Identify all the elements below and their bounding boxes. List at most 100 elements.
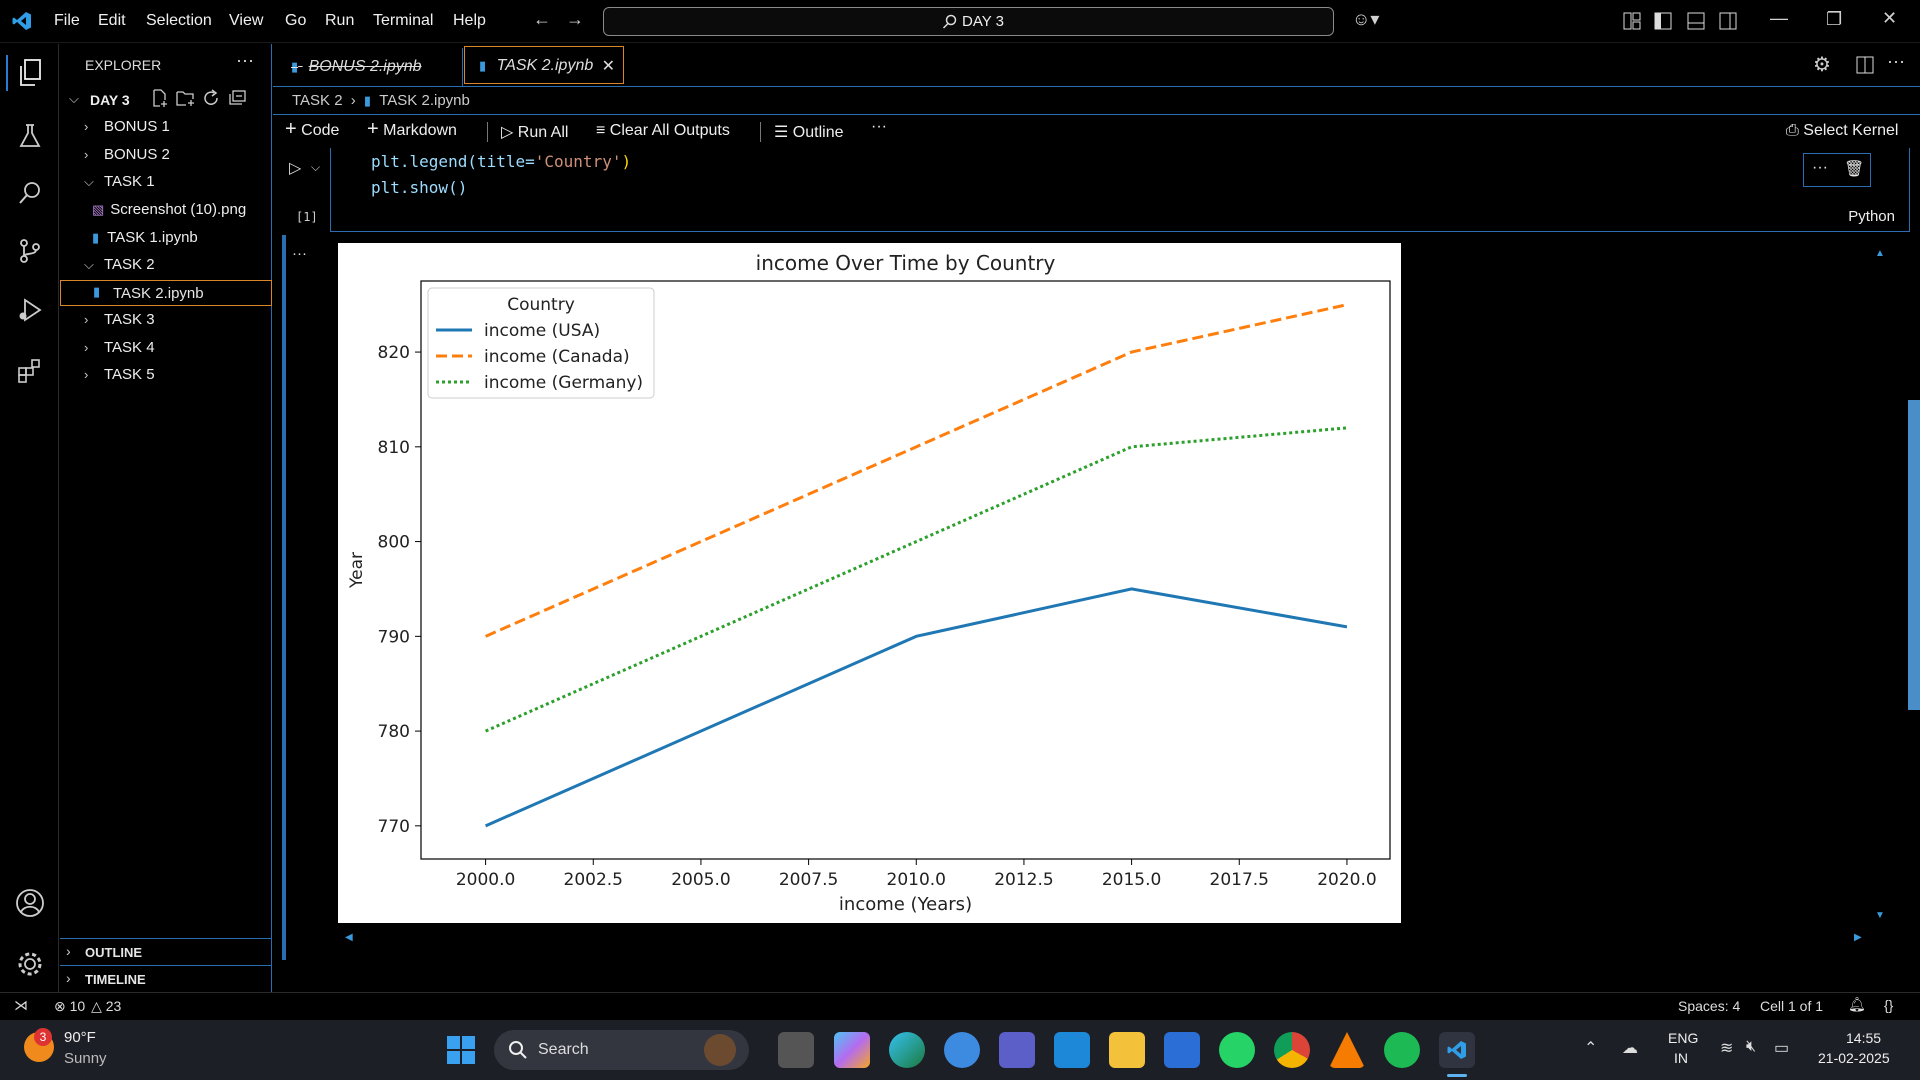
chrome-icon[interactable] [1274, 1032, 1310, 1068]
battery-icon[interactable]: ▭ [1774, 1038, 1789, 1058]
teams-icon[interactable] [999, 1032, 1035, 1068]
tree-folder-task5[interactable]: › TASK 5 [84, 366, 155, 383]
chevron-up-icon[interactable]: ⌃ [1584, 1038, 1597, 1058]
restore-icon[interactable]: ❐ [1826, 9, 1842, 30]
new-file-icon[interactable] [151, 89, 169, 107]
tree-folder-task3[interactable]: › TASK 3 [84, 311, 155, 328]
tree-folder-task2[interactable]: ⌵ TASK 2 [84, 256, 155, 273]
scroll-right-icon[interactable]: ▶ [1854, 932, 1862, 943]
run-all-button[interactable]: ▷ Run All [501, 122, 568, 142]
scroll-left-icon[interactable]: ◀ [345, 932, 353, 943]
scroll-down-icon[interactable]: ▼ [1875, 910, 1885, 921]
clear-outputs-button[interactable]: ≡ Clear All Outputs [596, 122, 730, 140]
refresh-icon[interactable] [203, 89, 221, 107]
tree-folder-bonus1[interactable]: › BONUS 1 [84, 118, 170, 135]
notifications-bell-icon[interactable]: 🔔︎ [1848, 996, 1866, 1013]
new-folder-icon[interactable] [176, 89, 196, 107]
code-cell[interactable]: plt.legend(title='Country') plt.show() P… [330, 148, 1910, 232]
indentation-status[interactable]: Spaces: 4 [1678, 998, 1740, 1014]
command-center[interactable]: DAY 3 [603, 7, 1334, 36]
scroll-up-icon[interactable]: ▲ [1875, 248, 1885, 259]
tree-folder-task1[interactable]: ⌵ TASK 1 [84, 173, 155, 190]
whatsapp-icon[interactable] [1219, 1032, 1255, 1068]
file-explorer-icon[interactable] [1109, 1032, 1145, 1068]
account-icon[interactable] [12, 885, 48, 921]
tree-file-screenshot[interactable]: ▧ Screenshot (10).png [88, 201, 246, 218]
vlc-icon[interactable] [1329, 1032, 1365, 1068]
close-window-icon[interactable]: ✕ [1882, 8, 1897, 29]
outline-section[interactable]: › OUTLINE [60, 938, 271, 964]
tree-file-task1-ipynb[interactable]: ▮ TASK 1.ipynb [88, 229, 198, 246]
tree-file-task2-ipynb[interactable]: ▮ TASK 2.ipynb [60, 280, 272, 306]
menu-file[interactable]: File [54, 12, 80, 30]
manage-gear-icon[interactable] [12, 946, 48, 982]
tab-bonus2[interactable]: ▮ BONUS 2.ipynb [277, 48, 463, 86]
braces-icon[interactable]: {} [1884, 997, 1893, 1013]
forward-arrow-icon[interactable]: → [566, 9, 584, 30]
add-code-button[interactable]: + Code [285, 119, 339, 140]
add-markdown-button[interactable]: + Markdown [367, 119, 457, 140]
cell-position-status[interactable]: Cell 1 of 1 [1760, 998, 1823, 1014]
tab-task2[interactable]: ▮ TASK 2.ipynb ✕ [464, 46, 624, 84]
back-arrow-icon[interactable]: ← [533, 9, 551, 30]
weather-temp[interactable]: 90°F [64, 1029, 96, 1046]
copilot-app-icon[interactable] [834, 1032, 870, 1068]
vertical-scrollbar[interactable] [1908, 400, 1920, 710]
more-actions-icon[interactable]: ··· [1887, 51, 1905, 72]
spotify-icon[interactable] [1384, 1032, 1420, 1068]
edge-browser-icon[interactable] [889, 1032, 925, 1068]
tips-app-icon[interactable] [944, 1032, 980, 1068]
explorer-root[interactable]: ⌵ DAY 3 [66, 88, 266, 110]
menu-help[interactable]: Help [453, 12, 486, 30]
collapse-all-icon[interactable] [229, 90, 247, 106]
menu-view[interactable]: View [229, 12, 263, 30]
testing-flask-icon[interactable] [12, 118, 48, 154]
vscode-taskbar-icon[interactable] [1439, 1032, 1475, 1068]
run-cell-icon[interactable]: ▷ [289, 158, 301, 178]
menu-run[interactable]: Run [325, 12, 354, 30]
toggle-panel-icon[interactable] [1687, 12, 1705, 30]
menu-selection[interactable]: Selection [146, 12, 212, 30]
select-kernel-button[interactable]: ⎙ Select Kernel [1786, 122, 1898, 140]
remote-icon[interactable]: ⋊ [14, 997, 28, 1014]
outline-button[interactable]: ☰ Outline [774, 122, 844, 142]
cell-language-label[interactable]: Python [1848, 208, 1895, 225]
clock-time[interactable]: 14:55 [1846, 1030, 1881, 1046]
language-top[interactable]: ENG [1668, 1030, 1698, 1046]
split-editor-icon[interactable] [1856, 56, 1874, 74]
microsoft-store-icon[interactable] [1164, 1032, 1200, 1068]
task-view-icon[interactable] [778, 1032, 814, 1068]
copilot-icon[interactable]: ☺▾ [1352, 9, 1379, 30]
explorer-icon[interactable] [6, 55, 52, 91]
toolbar-more-icon[interactable]: ··· [871, 118, 887, 136]
breadcrumb-folder[interactable]: TASK 2 [292, 92, 343, 109]
customize-layout-icon[interactable] [1623, 12, 1641, 30]
menu-terminal[interactable]: Terminal [373, 12, 433, 30]
search-icon[interactable] [12, 175, 48, 211]
explorer-more-icon[interactable]: ··· [236, 50, 254, 71]
close-tab-icon[interactable]: ✕ [602, 56, 615, 76]
toggle-sidebar-icon[interactable] [1654, 12, 1672, 30]
extensions-icon[interactable] [12, 353, 48, 389]
myhp-icon[interactable] [1054, 1032, 1090, 1068]
taskbar-search[interactable]: Search [494, 1030, 749, 1070]
breadcrumb-file[interactable]: TASK 2.ipynb [379, 92, 470, 109]
wifi-icon[interactable]: ≋ [1720, 1038, 1733, 1058]
menu-edit[interactable]: Edit [98, 12, 126, 30]
cell-more-icon[interactable]: ··· [1812, 159, 1828, 177]
chevron-down-icon[interactable]: ⌵ [311, 160, 320, 175]
onedrive-icon[interactable]: ☁ [1622, 1038, 1638, 1058]
gear-icon[interactable]: ⚙ [1813, 52, 1831, 77]
toggle-secondary-sidebar-icon[interactable] [1719, 12, 1737, 30]
volume-muted-icon[interactable]: 🔇︎ [1746, 1038, 1756, 1056]
timeline-section[interactable]: › TIMELINE [60, 965, 271, 991]
tree-folder-bonus2[interactable]: › BONUS 2 [84, 146, 170, 163]
problems-indicator[interactable]: ⊗ 10 △ 23 [54, 998, 121, 1015]
menu-go[interactable]: Go [285, 12, 306, 30]
source-control-icon[interactable] [12, 233, 48, 269]
delete-cell-icon[interactable]: 🗑 [1844, 159, 1864, 179]
output-more-icon[interactable]: ··· [292, 245, 307, 262]
minimize-icon[interactable]: — [1770, 8, 1788, 29]
tree-folder-task4[interactable]: › TASK 4 [84, 339, 155, 356]
run-debug-icon[interactable] [12, 292, 48, 328]
